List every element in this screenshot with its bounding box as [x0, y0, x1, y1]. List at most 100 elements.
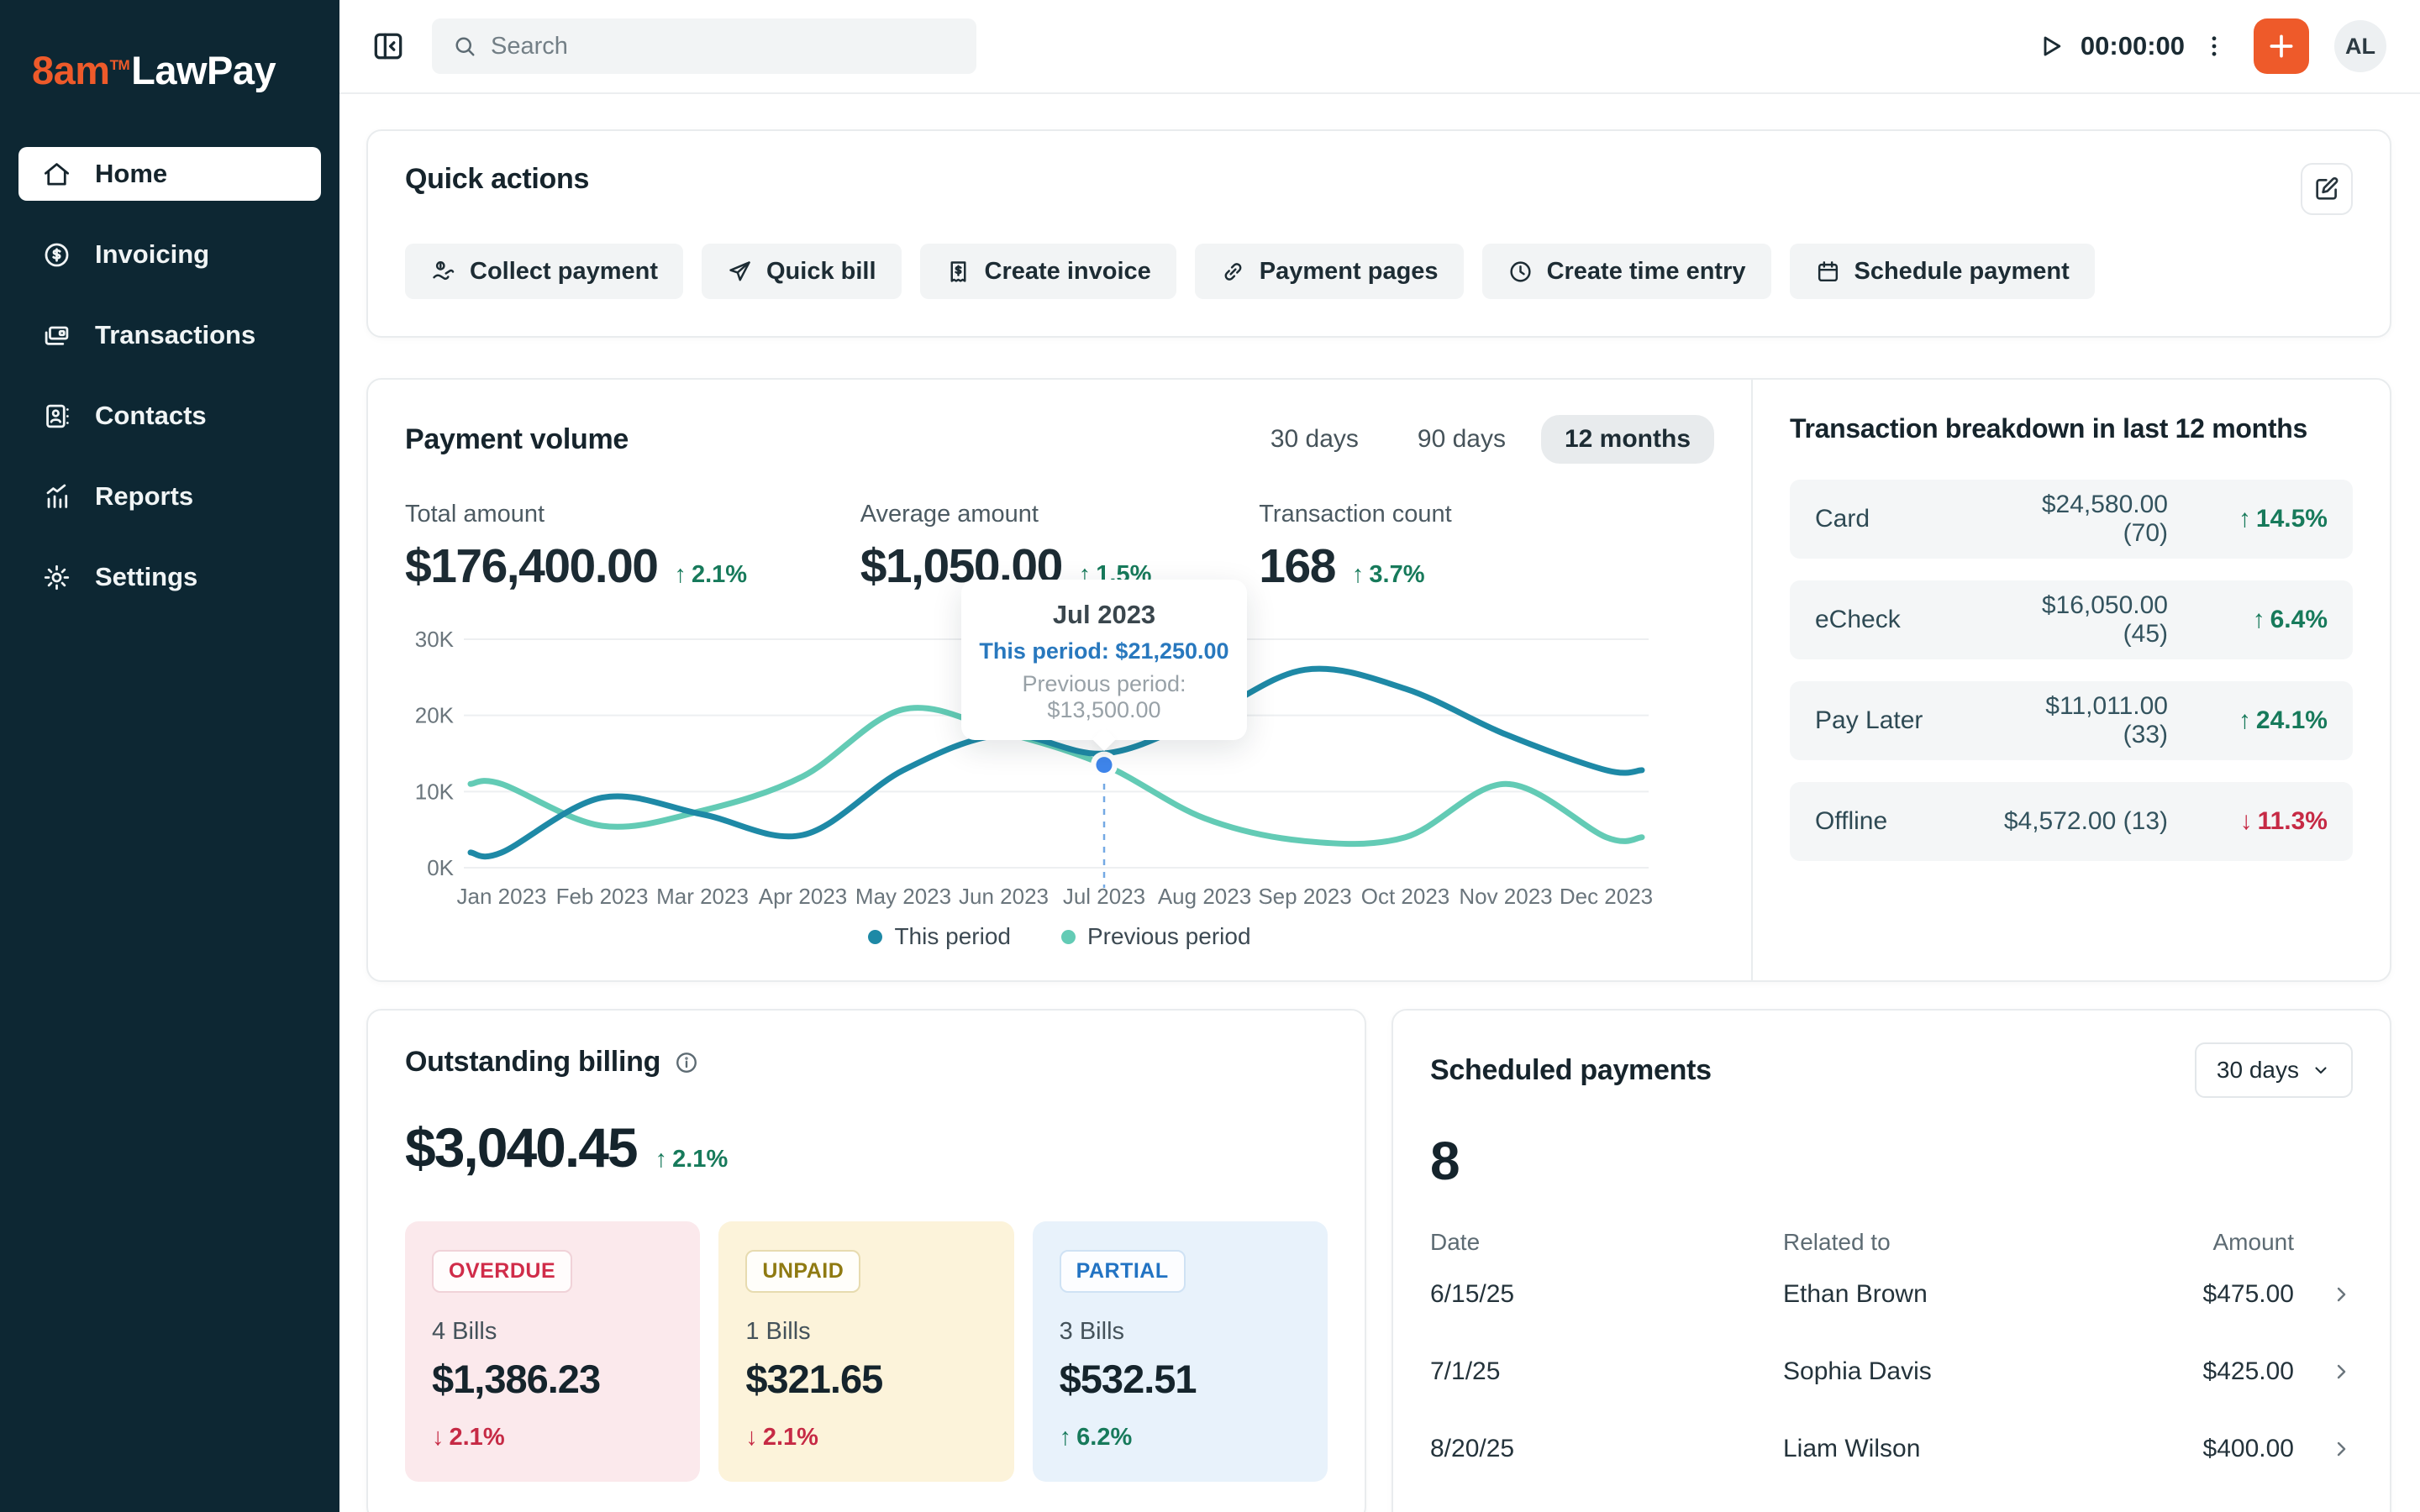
lawpay-logo: 8amTMLawPay: [18, 32, 321, 147]
payment-volume-panel: Payment volume 30 days 90 days 12 months…: [368, 380, 1751, 980]
stat-transaction-count: Transaction count 168 ↑3.7%: [1259, 501, 1714, 594]
breakdown-title: Transaction breakdown in last 12 months: [1790, 413, 2353, 444]
contacts-icon: [42, 402, 71, 431]
sidebar-item-home[interactable]: Home: [18, 147, 321, 201]
tab-90-days[interactable]: 90 days: [1394, 415, 1529, 464]
up-arrow-icon: ↑: [1060, 1424, 1072, 1451]
avatar[interactable]: AL: [2334, 20, 2386, 72]
down-arrow-icon: ↓: [2240, 807, 2253, 835]
action-label: Create invoice: [985, 258, 1151, 286]
action-label: Collect payment: [470, 258, 658, 286]
sidebar-item-transactions[interactable]: Transactions: [18, 308, 321, 362]
tab-30-days[interactable]: 30 days: [1247, 415, 1382, 464]
status-badge: OVERDUE: [432, 1250, 572, 1293]
outstanding-delta: ↑2.1%: [655, 1146, 729, 1173]
sidebar-item-invoicing[interactable]: Invoicing: [18, 228, 321, 281]
topbar-right: 00:00:00 AL: [2035, 18, 2386, 74]
stat-total-amount: Total amount $176,400.00 ↑2.1%: [405, 501, 860, 594]
svg-text:10K: 10K: [415, 779, 455, 804]
up-arrow-icon: ↑: [1352, 561, 1365, 588]
scheduled-count: 8: [1430, 1130, 2353, 1192]
payment-volume-chart: 0K10K20K30KJan 2023Feb 2023Mar 2023Apr 2…: [405, 626, 1714, 911]
calendar-icon: [1815, 259, 1841, 285]
svg-text:Sep 2023: Sep 2023: [1258, 884, 1351, 909]
down-arrow-icon: ↓: [432, 1424, 445, 1451]
plus-icon: [2265, 29, 2298, 63]
logo-8am: 8am: [32, 48, 110, 92]
sidebar-item-reports[interactable]: Reports: [18, 470, 321, 523]
timer-value: 00:00:00: [2081, 31, 2185, 61]
app-root: 8amTMLawPay Home Invoicing Transactions …: [0, 0, 2420, 1512]
timer-menu-button[interactable]: [2200, 32, 2228, 60]
quick-bill-button[interactable]: Quick bill: [702, 244, 902, 299]
invoice-icon: [945, 259, 971, 285]
stat-delta: ↑3.7%: [1352, 561, 1425, 589]
table-row[interactable]: 6/15/25 Ethan Brown $475.00: [1430, 1256, 2353, 1333]
scheduled-filter-dropdown[interactable]: 30 days: [2195, 1042, 2353, 1098]
scheduled-table: Date Related to Amount 6/15/25 Ethan Bro…: [1430, 1229, 2353, 1512]
legend-dot-icon: [868, 930, 882, 944]
send-icon: [727, 259, 753, 285]
down-arrow-icon: ↓: [745, 1424, 758, 1451]
chart-tooltip: Jul 2023 This period: $21,250.00 Previou…: [961, 580, 1247, 740]
outstanding-billing-title: Outstanding billing: [405, 1046, 660, 1079]
reports-icon: [42, 482, 71, 512]
partial-card: PARTIAL 3 Bills $532.51 ↑6.2%: [1033, 1221, 1328, 1482]
sidebar-item-label: Reports: [95, 481, 193, 512]
billing-status-cards: OVERDUE 4 Bills $1,386.23 ↓2.1% UNPAID 1…: [405, 1221, 1328, 1482]
row-delta: ↑6.4%: [2202, 606, 2328, 634]
scheduled-payments-title: Scheduled payments: [1430, 1054, 1712, 1087]
logo-tm: TM: [110, 57, 130, 73]
svg-text:Jun 2023: Jun 2023: [959, 884, 1049, 909]
svg-text:Oct 2023: Oct 2023: [1361, 884, 1450, 909]
overdue-card: OVERDUE 4 Bills $1,386.23 ↓2.1%: [405, 1221, 700, 1482]
payment-volume-title: Payment volume: [405, 423, 629, 456]
timer-play-button[interactable]: [2035, 31, 2065, 61]
clock-icon: [1507, 259, 1534, 285]
chevron-right-icon: [2294, 1437, 2353, 1461]
breakdown-row-card: Card $24,580.00 (70) ↑14.5%: [1790, 480, 2353, 559]
table-row[interactable]: 8/20/25 Liam Wilson $400.00: [1430, 1410, 2353, 1488]
topbar: 00:00:00 AL: [339, 0, 2420, 94]
svg-text:Mar 2023: Mar 2023: [656, 884, 749, 909]
stat-delta: ↑2.1%: [674, 561, 747, 589]
sidebar-item-contacts[interactable]: Contacts: [18, 389, 321, 443]
add-new-button[interactable]: [2254, 18, 2309, 74]
panel-collapse-icon: [370, 28, 407, 65]
payment-pages-button[interactable]: Payment pages: [1195, 244, 1464, 299]
tooltip-title: Jul 2023: [973, 600, 1235, 630]
legend-dot-icon: [1061, 930, 1076, 944]
breakdown-row-offline: Offline $4,572.00 (13) ↓11.3%: [1790, 782, 2353, 861]
outstanding-total: $3,040.45: [405, 1116, 637, 1179]
table-row[interactable]: 9/10/25 Olivia Martin $430.00: [1430, 1488, 2353, 1512]
settings-icon: [42, 563, 71, 592]
sidebar-collapse-button[interactable]: [370, 28, 407, 65]
collect-payment-button[interactable]: Collect payment: [405, 244, 683, 299]
create-time-entry-button[interactable]: Create time entry: [1482, 244, 1771, 299]
info-icon[interactable]: [674, 1050, 699, 1075]
home-icon: [42, 160, 71, 189]
search-box: [432, 18, 976, 74]
svg-text:Jan 2023: Jan 2023: [457, 884, 547, 909]
up-arrow-icon: ↑: [2238, 505, 2251, 533]
svg-text:Dec 2023: Dec 2023: [1560, 884, 1653, 909]
kebab-icon: [2200, 32, 2228, 60]
create-invoice-button[interactable]: Create invoice: [920, 244, 1176, 299]
sidebar-item-label: Invoicing: [95, 239, 209, 270]
edit-quick-actions-button[interactable]: [2301, 163, 2353, 215]
sidebar: 8amTMLawPay Home Invoicing Transactions …: [0, 0, 339, 1512]
chevron-down-icon: [2311, 1060, 2331, 1080]
sidebar-item-settings[interactable]: Settings: [18, 550, 321, 604]
sidebar-item-label: Settings: [95, 562, 197, 592]
play-icon: [2035, 31, 2065, 61]
logo-lawpay: LawPay: [131, 48, 276, 92]
tooltip-this-period: This period: $21,250.00: [973, 638, 1235, 664]
transactions-icon: [42, 321, 71, 350]
svg-text:20K: 20K: [415, 703, 455, 728]
schedule-payment-button[interactable]: Schedule payment: [1790, 244, 2095, 299]
search-input[interactable]: [491, 33, 956, 60]
up-arrow-icon: ↑: [674, 561, 687, 588]
table-row[interactable]: 7/1/25 Sophia Davis $425.00: [1430, 1333, 2353, 1410]
tab-12-months[interactable]: 12 months: [1541, 415, 1714, 464]
stat-value: 168: [1259, 538, 1335, 594]
